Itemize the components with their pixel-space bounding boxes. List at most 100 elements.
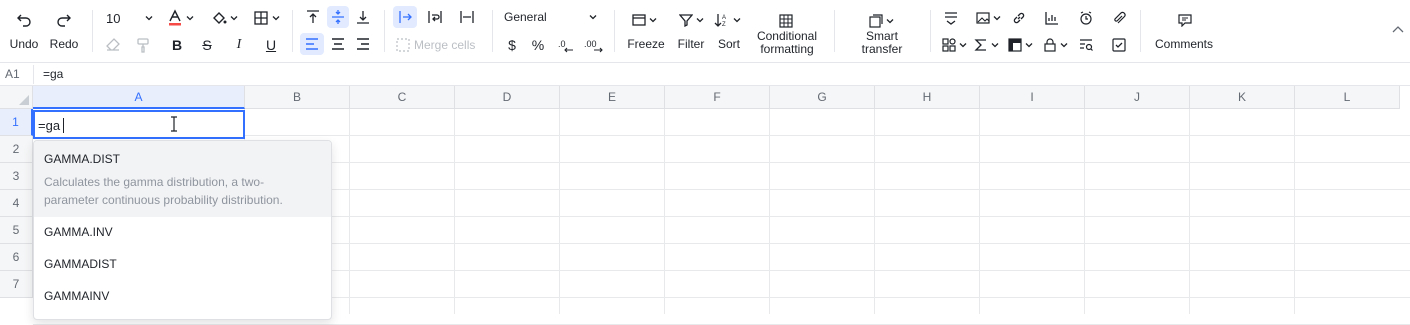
strikethrough-icon: S — [202, 37, 212, 53]
svg-text:.0: .0 — [558, 39, 566, 49]
reminder-button[interactable] — [1075, 8, 1097, 28]
align-left-button[interactable] — [300, 33, 324, 55]
number-format-select[interactable]: General — [500, 7, 604, 27]
svg-text:Z: Z — [722, 22, 726, 28]
row-header-5[interactable]: 5 — [0, 217, 33, 244]
font-size-select[interactable]: 10 — [100, 8, 156, 28]
column-gridline — [1189, 109, 1190, 314]
align-right-button[interactable] — [352, 34, 374, 54]
align-bottom-icon — [357, 11, 369, 24]
clip-text-button[interactable] — [456, 7, 478, 27]
wrap-text-button[interactable] — [424, 7, 446, 27]
attachment-button[interactable] — [1108, 8, 1130, 28]
conditional-formatting-icon — [779, 14, 793, 28]
pivot-table-button[interactable] — [1006, 35, 1036, 55]
sigma-icon — [974, 39, 986, 51]
column-header-h[interactable]: H — [875, 86, 980, 109]
freeze-icon — [632, 14, 646, 26]
row-header-1[interactable]: 1 — [0, 109, 33, 136]
align-bottom-button[interactable] — [352, 7, 374, 27]
borders-button[interactable] — [252, 8, 282, 28]
formula-input[interactable]: =ga — [43, 67, 63, 81]
cell-reference[interactable]: A1 — [5, 67, 20, 81]
bold-button[interactable]: B — [166, 35, 188, 55]
text-overflow-button[interactable] — [393, 6, 417, 28]
formula-bar-divider — [33, 65, 34, 84]
fill-color-button[interactable] — [210, 8, 240, 28]
strikethrough-button[interactable]: S — [196, 35, 218, 55]
chevron-down-icon — [186, 16, 194, 21]
align-middle-button[interactable] — [327, 6, 349, 28]
conditional-formatting-label-line2: formatting — [760, 42, 814, 56]
font-color-icon — [169, 9, 181, 26]
underline-button[interactable]: U — [260, 35, 282, 55]
chevron-down-icon — [696, 18, 704, 23]
row-header-4[interactable]: 4 — [0, 190, 33, 217]
autocomplete-item-gammainv[interactable]: GAMMAINV — [34, 289, 331, 309]
find-button[interactable] — [1075, 35, 1097, 55]
row-header-2[interactable]: 2 — [0, 136, 33, 163]
column-header-f[interactable]: F — [665, 86, 770, 109]
functions-button[interactable] — [972, 35, 1002, 55]
column-header-j[interactable]: J — [1085, 86, 1190, 109]
column-header-g[interactable]: G — [770, 86, 875, 109]
increase-decimal-button[interactable]: .00 — [583, 35, 605, 55]
column-header-c[interactable]: C — [350, 86, 455, 109]
toolbar-separator — [930, 10, 931, 52]
autocomplete-item-gamma-dist[interactable]: GAMMA.DIST Calculates the gamma distribu… — [34, 141, 331, 217]
align-center-button[interactable] — [327, 34, 349, 54]
smart-transfer-button[interactable] — [866, 12, 898, 30]
row-height-button[interactable] — [940, 8, 962, 28]
collapse-toolbar-button[interactable] — [1390, 22, 1406, 38]
currency-button[interactable]: $ — [502, 35, 522, 55]
font-color-button[interactable] — [166, 8, 196, 28]
autocomplete-item-gamma-inv[interactable]: GAMMA.INV — [34, 225, 331, 245]
pivot-table-icon — [1008, 38, 1022, 52]
insert-image-button[interactable] — [972, 8, 1006, 28]
sort-label: Sort — [717, 37, 740, 51]
percent-button[interactable]: % — [528, 35, 548, 55]
column-gridline — [559, 109, 560, 314]
column-header-l[interactable]: L — [1295, 86, 1400, 109]
freeze-button[interactable] — [628, 10, 662, 30]
autocomplete-item-gammadist[interactable]: GAMMADIST — [34, 257, 331, 277]
select-all-corner[interactable] — [0, 86, 33, 109]
filter-button[interactable] — [675, 10, 709, 30]
align-top-icon — [307, 10, 319, 23]
chevron-down-icon — [589, 15, 597, 20]
insert-widget-button[interactable] — [940, 35, 970, 55]
align-top-button[interactable] — [302, 7, 324, 27]
conditional-formatting-button[interactable] — [776, 12, 796, 30]
undo-button[interactable] — [12, 10, 36, 30]
column-header-k[interactable]: K — [1190, 86, 1295, 109]
column-header-i[interactable]: I — [980, 86, 1085, 109]
italic-button[interactable]: I — [228, 35, 250, 55]
column-header-d[interactable]: D — [455, 86, 560, 109]
comments-button[interactable] — [1174, 10, 1196, 30]
autocomplete-item-name: GAMMADIST — [44, 257, 117, 271]
row-header-6[interactable]: 6 — [0, 244, 33, 271]
merge-cells-button[interactable]: Merge cells — [396, 35, 486, 55]
redo-button[interactable] — [52, 10, 76, 30]
row-header-3[interactable]: 3 — [0, 163, 33, 190]
autocomplete-item-name: GAMMA.DIST — [44, 152, 121, 166]
decrease-decimal-button[interactable]: .0 — [555, 35, 577, 55]
chevron-down-icon — [993, 16, 1001, 21]
cell-editor-a1[interactable]: =ga — [33, 110, 245, 139]
toolbar: Undo Redo 10 B S I U Merge cells General… — [0, 0, 1410, 63]
column-gridline — [874, 109, 875, 314]
insert-chart-button[interactable] — [1041, 8, 1063, 28]
row-header-7[interactable]: 7 — [0, 271, 33, 298]
column-header-b[interactable]: B — [245, 86, 350, 109]
clip-text-icon — [460, 11, 474, 23]
redo-icon — [57, 14, 71, 27]
sort-button[interactable]: AZ — [713, 10, 743, 30]
clear-format-button[interactable] — [102, 35, 124, 55]
insert-link-button[interactable] — [1008, 8, 1030, 28]
protect-range-button[interactable] — [1040, 35, 1072, 55]
format-painter-button[interactable] — [132, 35, 154, 55]
column-header-e[interactable]: E — [560, 86, 665, 109]
column-header-a[interactable]: A — [33, 86, 245, 109]
checkbox-button[interactable] — [1108, 35, 1130, 55]
format-painter-icon — [137, 38, 149, 53]
